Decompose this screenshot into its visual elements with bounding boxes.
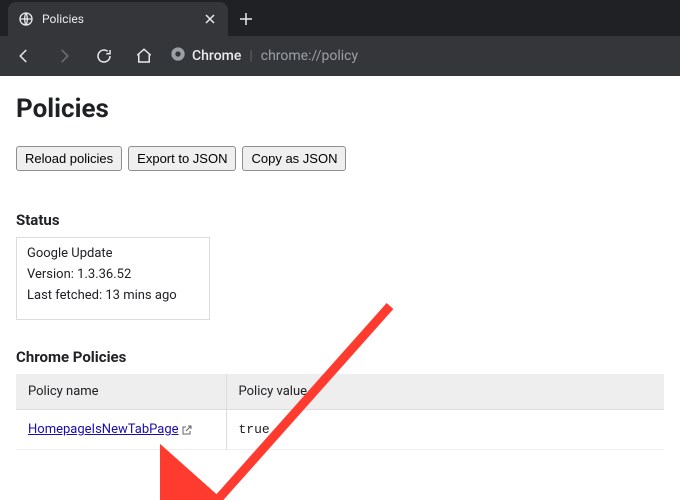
home-button[interactable] <box>130 42 158 70</box>
tab-bar: Policies <box>0 0 680 36</box>
globe-icon <box>18 11 34 27</box>
browser-chrome: Policies Chrome | <box>0 0 680 76</box>
status-version-row: Version: 1.3.36.52 <box>27 267 199 282</box>
origin-chip: Chrome <box>170 46 241 66</box>
policy-value-cell: true <box>226 410 664 450</box>
address-bar[interactable]: Chrome | chrome://policy <box>170 42 670 70</box>
status-heading: Status <box>16 211 664 229</box>
export-json-button[interactable]: Export to JSON <box>128 146 236 171</box>
forward-button <box>50 42 78 70</box>
reload-policies-button[interactable]: Reload policies <box>16 146 122 171</box>
external-link-icon <box>181 424 193 436</box>
status-fetched-row: Last fetched: 13 mins ago <box>27 288 199 303</box>
table-header-row: Policy name Policy value <box>16 374 664 410</box>
status-version-value: 1.3.36.52 <box>77 267 131 282</box>
table-row: HomepageIsNewTabPage true <box>16 410 664 450</box>
action-buttons: Reload policies Export to JSON Copy as J… <box>16 146 664 171</box>
status-box: Google Update Version: 1.3.36.52 Last fe… <box>16 237 210 320</box>
browser-tab[interactable]: Policies <box>8 2 228 36</box>
policy-table: Policy name Policy value HomepageIsNewTa… <box>16 374 664 450</box>
page-content: Policies Reload policies Export to JSON … <box>0 76 680 468</box>
origin-label: Chrome <box>192 48 241 64</box>
col-policy-value: Policy value <box>226 374 664 410</box>
new-tab-button[interactable] <box>232 5 260 33</box>
col-policy-name: Policy name <box>16 374 226 410</box>
status-version-label: Version: <box>27 267 74 282</box>
policy-name-text: HomepageIsNewTabPage <box>28 422 179 437</box>
close-icon[interactable] <box>202 11 218 27</box>
reload-button[interactable] <box>90 42 118 70</box>
page-title: Policies <box>16 94 664 124</box>
chrome-icon <box>170 46 186 66</box>
tab-title: Policies <box>42 12 194 26</box>
address-divider: | <box>249 48 252 64</box>
back-button[interactable] <box>10 42 38 70</box>
copy-json-button[interactable]: Copy as JSON <box>242 146 346 171</box>
policy-name-link[interactable]: HomepageIsNewTabPage <box>28 422 193 437</box>
status-fetched-value: 13 mins ago <box>105 288 176 303</box>
status-box-title: Google Update <box>27 246 199 261</box>
chrome-policies-heading: Chrome Policies <box>16 348 664 366</box>
status-fetched-label: Last fetched: <box>27 288 102 303</box>
address-url: chrome://policy <box>261 48 358 64</box>
toolbar: Chrome | chrome://policy <box>0 36 680 76</box>
